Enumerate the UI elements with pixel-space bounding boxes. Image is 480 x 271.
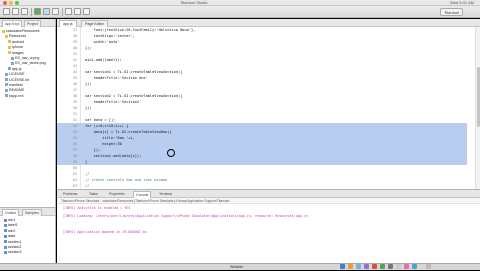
console-line: [INFO] Analytics is enabled = YES — [63, 206, 131, 210]
outline-tabs: Outline Samples — [0, 208, 55, 216]
folder-icon — [8, 51, 11, 55]
forward-icon[interactable] — [83, 8, 90, 15]
outline-panel: Outline Samples win1 label1 win2 data se… — [0, 207, 56, 263]
console-line: [INFO] Application booted in 29.030002 m… — [63, 230, 147, 234]
tree-item[interactable]: tiapp.xml — [0, 94, 55, 99]
outline-item-label: section1 — [8, 239, 22, 244]
app-icon[interactable] — [388, 264, 393, 269]
tab-app-js[interactable]: app.js — [59, 20, 77, 27]
toolbar-divider — [31, 8, 32, 16]
outline-tree: win1 label1 win2 data section1 section2 … — [0, 216, 55, 256]
project-explorer-tabs: App Expl Project — [0, 19, 55, 27]
tab-page-editor[interactable]: Page Editor — [81, 20, 108, 27]
run-icon[interactable] — [34, 8, 41, 15]
code-area[interactable]: 37 font:{fontSize:20,fontFamily:'Helveti… — [57, 27, 480, 189]
tab-samples[interactable]: Samples — [22, 209, 42, 216]
xml-file-icon — [5, 94, 8, 98]
outline-item-label: section2 — [8, 244, 22, 249]
variable-icon — [4, 223, 7, 227]
tab-project[interactable]: Project — [24, 20, 42, 27]
finder-icon[interactable] — [340, 264, 345, 269]
tree-item-label: KS_nav_ui.png — [15, 55, 40, 60]
outline-item[interactable]: section3 — [0, 250, 55, 255]
tab-outline[interactable]: Outline — [2, 209, 20, 216]
tab-problems[interactable]: Problems — [61, 191, 79, 198]
app-icon[interactable] — [348, 264, 353, 269]
code-editor: app.js Page Editor 37 font:{fontSize:20,… — [57, 19, 480, 189]
close-window-icon[interactable] — [3, 1, 7, 5]
project-tree: calculator/Resources Resources android i… — [0, 27, 55, 99]
toolbar-divider — [62, 8, 63, 16]
perspective-switcher[interactable]: Titanium — [440, 8, 464, 16]
app-icon[interactable] — [372, 264, 377, 269]
tree-item-label: LICENSE.txt — [9, 77, 30, 82]
file-icon — [5, 72, 8, 76]
folder-icon — [8, 40, 11, 44]
editor-scrollbar[interactable] — [475, 27, 480, 189]
console-tabs: Problems Tasks Properties Console Termin… — [57, 190, 480, 198]
itunes-icon[interactable] — [404, 264, 409, 269]
tab-app-explorer[interactable]: App Expl — [2, 20, 23, 27]
deploy-icon[interactable] — [52, 8, 59, 15]
save-icon[interactable] — [12, 8, 19, 15]
minimize-window-icon[interactable] — [9, 1, 13, 5]
tree-item-label: manifest — [9, 82, 23, 87]
file-icon — [5, 88, 8, 92]
tree-item-label: android — [12, 39, 24, 44]
project-explorer-panel: App Expl Project calculator/Resources Re… — [0, 19, 56, 207]
folder-icon — [8, 45, 11, 49]
folder-icon — [5, 34, 8, 38]
variable-icon — [4, 234, 7, 238]
maximize-window-icon[interactable] — [15, 1, 19, 5]
dock — [280, 263, 480, 270]
tab-properties[interactable]: Properties — [107, 191, 126, 198]
tree-item-label: app.js — [12, 66, 22, 71]
app-icon[interactable] — [380, 264, 385, 269]
file-icon — [5, 78, 8, 82]
tree-item-label: calculator/Resources — [6, 29, 40, 33]
variable-icon — [4, 245, 7, 249]
outline-item-label: data — [8, 234, 15, 239]
app-icon[interactable] — [364, 264, 369, 269]
tree-item-label: LICENSE — [9, 72, 25, 77]
app-icon[interactable] — [412, 264, 417, 269]
tree-item-label: images — [12, 50, 24, 55]
file-icon — [5, 83, 8, 87]
outline-item-label: section3 — [8, 250, 22, 255]
search-icon[interactable] — [65, 8, 72, 15]
outline-item-label: label1 — [8, 223, 18, 228]
variable-icon — [4, 250, 7, 254]
tab-console[interactable]: Console — [133, 191, 152, 198]
print-icon[interactable] — [21, 8, 28, 15]
tree-item-label: KS_nav_views.png — [15, 61, 46, 66]
tree-item-label: iphone — [12, 45, 23, 50]
variable-icon — [4, 240, 7, 244]
variable-icon — [4, 218, 7, 222]
new-icon[interactable] — [3, 8, 10, 15]
tree-item-label: Resources — [9, 34, 27, 39]
variable-icon — [4, 229, 7, 233]
console-panel: Problems Tasks Properties Console Termin… — [57, 189, 480, 263]
tab-terminal[interactable]: Terminal — [157, 191, 174, 198]
app-icon[interactable] — [396, 264, 401, 269]
image-file-icon — [11, 56, 14, 60]
console-line: [INFO] Loading: /Users/user/Library/Appl… — [63, 214, 308, 218]
outline-item-label: win2 — [8, 228, 16, 233]
console-output: [INFO] Analytics is enabled = YES [INFO] … — [57, 204, 480, 236]
debug-icon[interactable] — [43, 8, 50, 15]
mouse-cursor-highlight — [167, 149, 175, 157]
tree-item-label: tiapp.xml — [9, 93, 24, 98]
back-icon[interactable] — [74, 8, 81, 15]
image-file-icon — [11, 61, 14, 65]
tab-tasks[interactable]: Tasks — [87, 191, 100, 198]
safari-icon[interactable] — [356, 264, 361, 269]
main-toolbar: Titanium — [0, 6, 480, 18]
tree-item-label: README — [9, 88, 25, 93]
js-file-icon — [8, 67, 11, 71]
editor-tabs: app.js Page Editor — [57, 19, 480, 27]
trash-icon[interactable] — [426, 264, 431, 269]
project-folder-icon — [2, 29, 5, 33]
outline-item-label: win1 — [8, 218, 16, 222]
